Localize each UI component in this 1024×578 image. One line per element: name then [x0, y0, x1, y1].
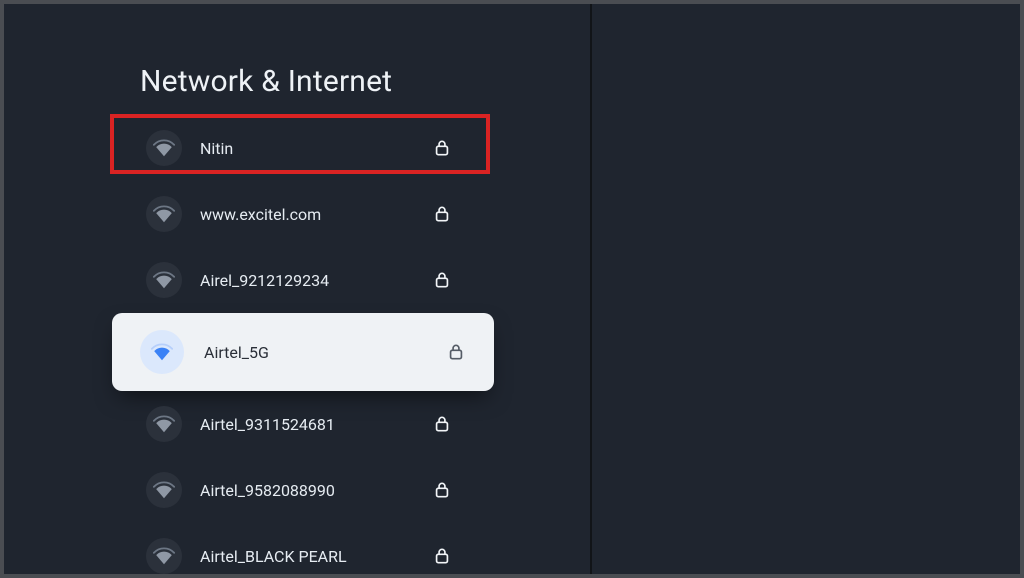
wifi-icon [153, 203, 175, 225]
page-title: Network & Internet [4, 64, 590, 99]
lock-icon [432, 270, 452, 290]
wifi-network-name: Nitin [200, 139, 590, 158]
wifi-network-name: Airel_9212129234 [200, 271, 590, 290]
lock-icon [432, 204, 452, 224]
wifi-network-name: Airtel_BLACK PEARL [200, 547, 590, 566]
lock-icon-wrap [432, 546, 452, 566]
wifi-network-item[interactable]: Airtel_9311524681 [4, 391, 590, 457]
settings-screen: Network & Internet Nitin www.excitel.com… [4, 4, 1020, 574]
wifi-network-list: Nitin www.excitel.com Airel_9212129234 A… [4, 115, 590, 574]
wifi-network-name: www.excitel.com [200, 205, 590, 224]
lock-icon [432, 546, 452, 566]
wifi-icon-wrap [146, 130, 182, 166]
wifi-icon-wrap [146, 196, 182, 232]
wifi-network-item[interactable]: Airel_9212129234 [4, 247, 590, 313]
wifi-icon-wrap [146, 472, 182, 508]
wifi-network-item[interactable]: www.excitel.com [4, 181, 590, 247]
wifi-icon [153, 479, 175, 501]
lock-icon-wrap [446, 342, 466, 362]
lock-icon [432, 414, 452, 434]
wifi-network-item[interactable]: Airtel_5G [112, 313, 494, 391]
network-settings-pane: Network & Internet Nitin www.excitel.com… [4, 4, 592, 574]
lock-icon-wrap [432, 138, 452, 158]
lock-icon [432, 480, 452, 500]
wifi-icon-wrap [146, 262, 182, 298]
lock-icon-wrap [432, 480, 452, 500]
lock-icon-wrap [432, 414, 452, 434]
lock-icon [446, 342, 466, 362]
lock-icon-wrap [432, 204, 452, 224]
wifi-icon-wrap [146, 406, 182, 442]
wifi-icon [151, 341, 173, 363]
wifi-icon-wrap [140, 330, 184, 374]
wifi-network-name: Airtel_9582088990 [200, 481, 590, 500]
lock-icon [432, 138, 452, 158]
wifi-network-name: Airtel_9311524681 [200, 415, 590, 434]
wifi-icon-wrap [146, 538, 182, 574]
wifi-icon [153, 137, 175, 159]
wifi-network-item[interactable]: Airtel_BLACK PEARL [4, 523, 590, 574]
wifi-icon [153, 413, 175, 435]
wifi-icon [153, 269, 175, 291]
lock-icon-wrap [432, 270, 452, 290]
wifi-network-item[interactable]: Nitin [4, 115, 590, 181]
wifi-network-item[interactable]: Airtel_9582088990 [4, 457, 590, 523]
wifi-icon [153, 545, 175, 567]
